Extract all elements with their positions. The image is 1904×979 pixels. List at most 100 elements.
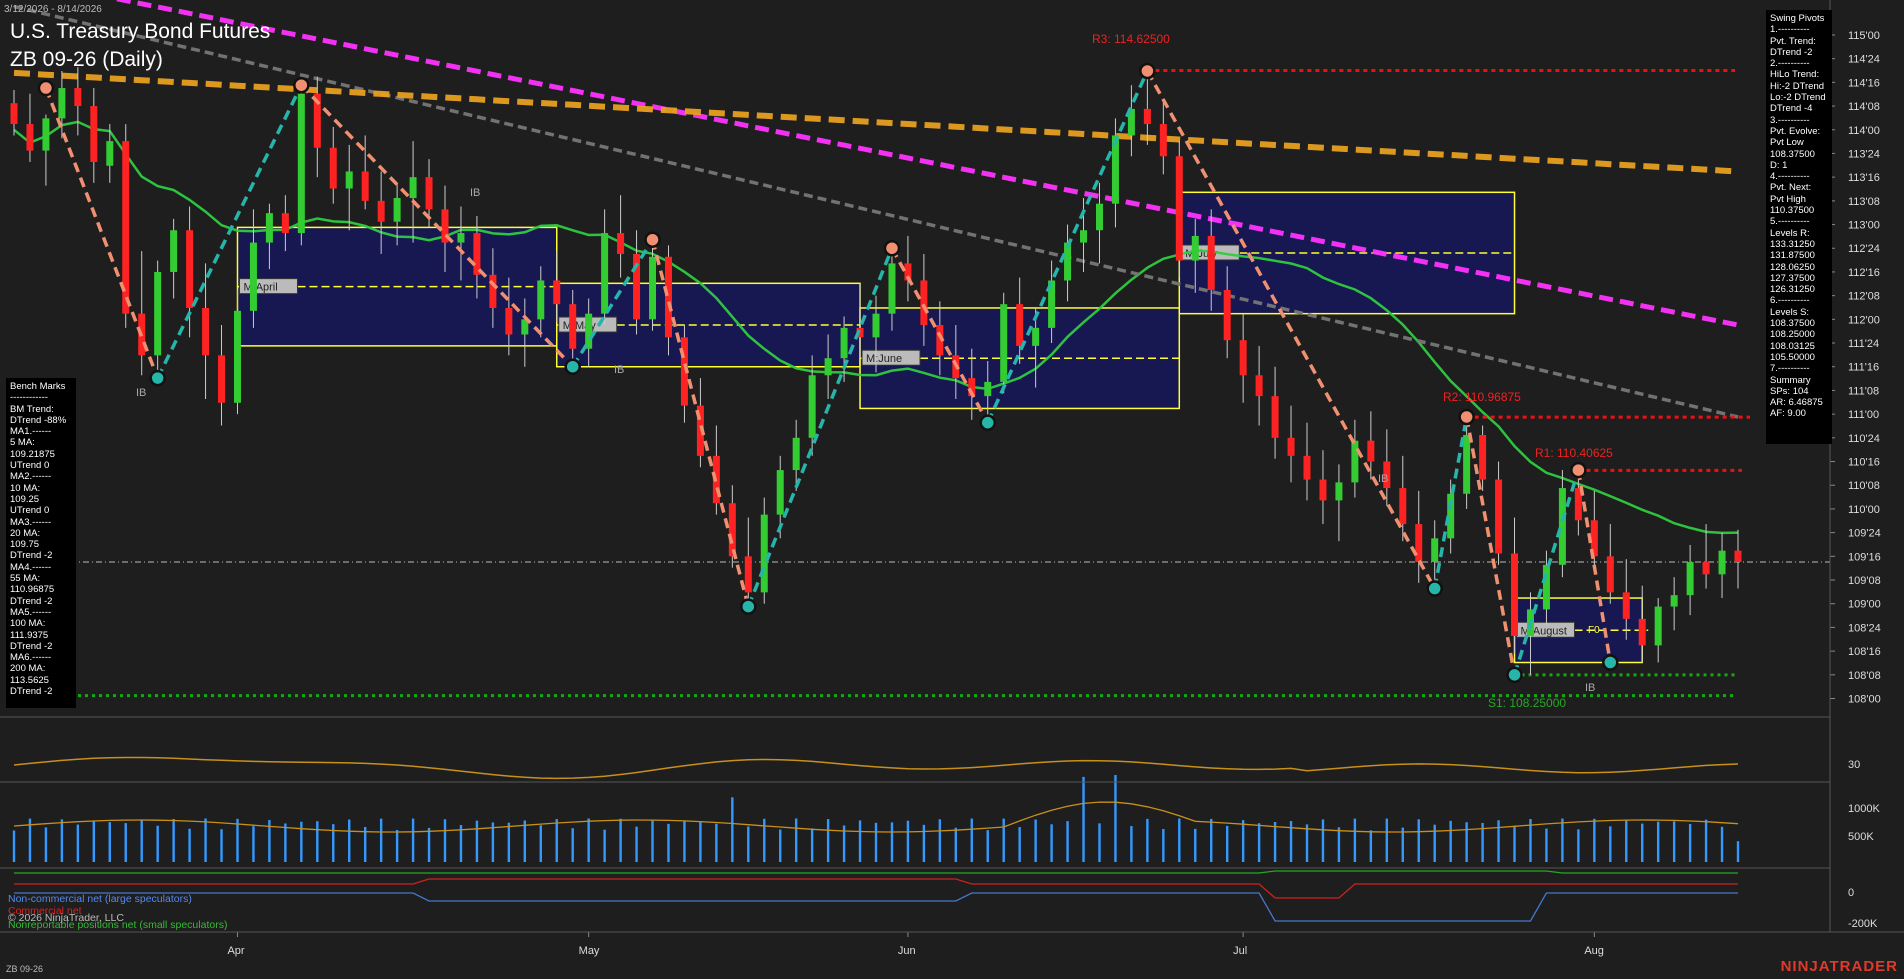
candle-body [1095,203,1103,231]
month-label: M:April [243,282,277,294]
candle-body [1191,235,1199,261]
volume-bar [300,821,303,862]
cot-tick: 0 [1848,887,1854,899]
volume-bar [156,825,159,862]
date-tick-label: Apr [227,945,244,957]
ib-marker: IB [1378,473,1388,485]
volume-bar [858,820,862,862]
price-tick-label: 113'24 [1848,148,1880,160]
candle-body [1239,340,1247,376]
candle-body [202,307,210,356]
volume-bar [507,822,511,862]
candle-body [1431,538,1439,563]
volume-bar [1401,827,1404,862]
price-tick-label: 112'24 [1848,243,1880,255]
price-tick-label: 110'16 [1848,457,1880,469]
candle-body [1495,479,1503,554]
candle-body [74,88,82,107]
date-tick-label: May [579,945,600,957]
candle-body [10,103,18,125]
candle-body [106,141,114,166]
volume-bar [316,821,319,862]
volume-bar [395,830,399,862]
volume-bar [667,823,670,862]
candle-body [984,381,992,397]
candle-body [553,280,561,305]
volume-bar [204,818,207,862]
pivot-high-marker [883,239,901,257]
candle-body [297,93,305,234]
volume-bar [1034,819,1037,862]
pivot-low-marker [1602,654,1619,671]
s1-label: S1: 108.25000 [1488,696,1566,710]
volume-bar [459,825,463,862]
price-tick-label: 108'16 [1848,646,1881,658]
candle-body [1159,124,1167,157]
candle-body [792,437,800,471]
chart-title: U.S. Treasury Bond Futures [10,20,271,43]
cot-legend-noncommercial: Non-commercial net (large speculators) [8,893,192,905]
price-tick-label: 109'24 [1848,528,1881,540]
candle-body [649,256,657,320]
candle-body [920,280,928,326]
volume-bar [220,829,223,862]
candle-body [872,313,880,338]
candle-body [1223,289,1231,341]
pivot-high-marker [1570,461,1587,479]
volume-bar [1337,827,1341,862]
candle-body [1542,564,1550,610]
price-tick-label: 111'16 [1848,362,1879,374]
volume-bar [427,827,431,862]
volume-bar [779,829,782,862]
volume-bar [1002,818,1005,862]
candle-body [1558,488,1566,565]
pivot-high-marker [293,76,310,94]
candle-body [1016,304,1024,346]
cot-tick: -200K [1848,918,1878,930]
price-tick-label: 108'00 [1848,694,1881,706]
volume-tick: 500K [1848,831,1874,843]
volume-bar [1625,819,1628,862]
ninjatrader-logo: NINJATRADER [1780,958,1898,975]
pivot-low-marker [1426,580,1443,597]
pivot-high-marker [1139,62,1156,80]
volume-bar [1066,821,1069,862]
price-tick-label: 108'24 [1848,622,1881,634]
price-tick-label: 109'00 [1848,599,1881,611]
price-tick-label: 113'16 [1848,172,1880,184]
candle-body [1606,556,1614,593]
volume-bar [1194,828,1197,862]
candle-body [1702,562,1710,575]
volume-bar [236,818,239,862]
ib-marker: IB [470,187,480,199]
candle-body [728,503,736,557]
volume-bar [1210,818,1213,862]
volume-bar [1641,823,1644,862]
candle-body [1367,440,1375,462]
price-tick-label: 110'00 [1848,504,1880,516]
ib-marker: IB [614,364,624,376]
volume-bar [1417,819,1420,862]
candle-body [1207,235,1215,290]
price-tick-label: 114'08 [1848,101,1880,113]
candle-body [617,233,625,254]
volume-bar [651,819,654,862]
volume-bar [603,829,606,862]
volume-bar [1050,824,1053,862]
price-chart: M:AprilM:MayM:JuneM:JulyM:August 115'001… [0,0,1904,979]
candle-body [1511,553,1519,636]
volume-bar [1433,824,1436,862]
candle-body [1287,437,1295,456]
volume-bar [379,818,383,862]
volume-bar [1609,826,1612,862]
volume-bar [1449,820,1452,862]
volume-tick: 1000K [1848,803,1880,815]
candle-body [808,375,816,438]
candle-body [154,271,162,356]
volume-bar [1513,825,1516,862]
candle-body [1080,230,1088,243]
volume-bar [1545,828,1548,862]
volume-bar [1130,826,1133,862]
candle-body [1622,592,1630,619]
volume-bar [1305,824,1309,862]
